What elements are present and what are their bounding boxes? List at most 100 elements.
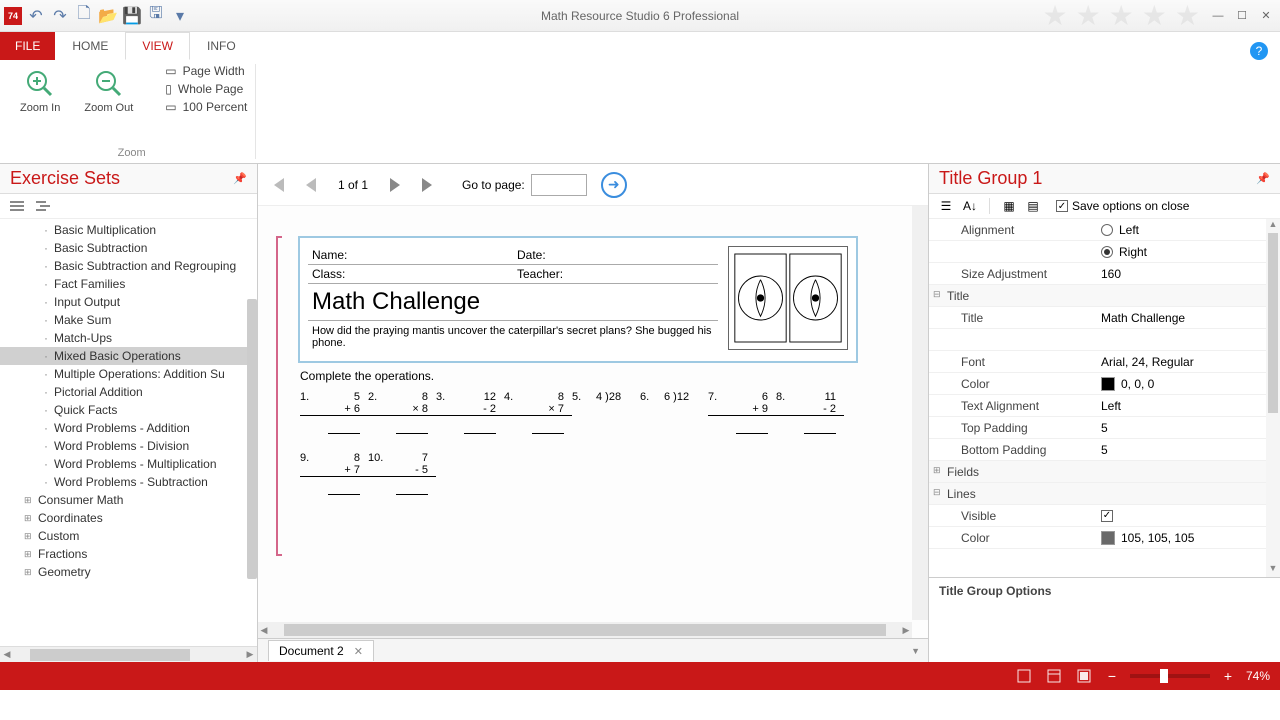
psh-thumb[interactable] — [284, 624, 886, 636]
tree-item[interactable]: Quick Facts — [0, 401, 257, 419]
prop-section-fields[interactable]: ⊞Fields — [929, 463, 1097, 481]
zoom-slider[interactable] — [1130, 674, 1210, 678]
tree-item[interactable]: Word Problems - Division — [0, 437, 257, 455]
preview-vscrollbar[interactable] — [912, 206, 928, 620]
goto-page-input[interactable] — [531, 174, 587, 196]
prop-section-title[interactable]: ⊟Title — [929, 287, 1097, 305]
tree-item[interactable]: Basic Subtraction — [0, 239, 257, 257]
pin-icon[interactable]: 📌 — [1256, 172, 1270, 185]
tree-item[interactable]: Basic Subtraction and Regrouping — [0, 257, 257, 275]
help-icon[interactable]: ? — [1250, 42, 1268, 60]
prop-visible-value[interactable]: ✓ — [1097, 508, 1280, 524]
whole-page-button[interactable]: ▯Whole Page — [165, 82, 247, 96]
open-icon[interactable]: 📂 — [100, 8, 116, 24]
tree-item[interactable]: Make Sum — [0, 311, 257, 329]
save-on-close-checkbox[interactable]: ✓ Save options on close — [1056, 199, 1189, 213]
save-as-icon[interactable]: 🖫 — [148, 8, 164, 24]
psh-right-icon[interactable]: ▶ — [900, 625, 912, 636]
zoom-slider-thumb[interactable] — [1160, 669, 1168, 683]
redo-icon[interactable]: ↷ — [52, 8, 68, 24]
props-scroll-thumb[interactable] — [1268, 233, 1278, 413]
tree-category[interactable]: Coordinates — [0, 509, 257, 527]
tree-item[interactable]: Word Problems - Subtraction — [0, 473, 257, 491]
props-vscrollbar[interactable]: ▲ ▼ — [1266, 219, 1280, 577]
pct100-button[interactable]: ▭100 Percent — [165, 100, 247, 114]
prop-font-value[interactable]: Arial, 24, Regular — [1097, 353, 1280, 371]
exercise-tree[interactable]: Basic MultiplicationBasic SubtractionBas… — [0, 219, 257, 646]
tree-category[interactable]: Fractions — [0, 545, 257, 563]
preview-panel: 1 of 1 Go to page: ➜ Name: Date: — [258, 164, 928, 662]
psh-left-icon[interactable]: ◀ — [258, 625, 270, 636]
ws-direction: Complete the operations. — [300, 369, 906, 383]
tree-item[interactable]: Basic Multiplication — [0, 221, 257, 239]
expand-all-icon[interactable] — [34, 198, 52, 214]
zoom-minus-button[interactable]: − — [1104, 668, 1120, 684]
prop-size-value[interactable]: 160 — [1097, 265, 1280, 283]
prop-icon[interactable]: ▦ — [1000, 198, 1018, 214]
tree-item[interactable]: Word Problems - Multiplication — [0, 455, 257, 473]
tree-item[interactable]: Multiple Operations: Addition Su — [0, 365, 257, 383]
prop-lcolor-value[interactable]: 105, 105, 105 — [1097, 529, 1280, 547]
zoom-in-button[interactable]: Zoom In — [16, 64, 64, 118]
prop-icon2[interactable]: ▤ — [1024, 198, 1042, 214]
problem: 7.6+ 9 — [708, 391, 776, 434]
tree-category[interactable]: Consumer Math — [0, 491, 257, 509]
goto-page-button[interactable]: ➜ — [601, 172, 627, 198]
prop-alignment-left[interactable]: Left — [1097, 221, 1280, 239]
worksheet[interactable]: Name: Date: Class: Teacher: Math Challen… — [298, 236, 858, 363]
tab-view[interactable]: VIEW — [125, 32, 190, 60]
preview-hscrollbar[interactable]: ◀ ▶ — [258, 622, 912, 638]
tree-vscroll-thumb[interactable] — [247, 299, 257, 579]
tree-item[interactable]: Word Problems - Addition — [0, 419, 257, 437]
save-icon[interactable]: 💾 — [124, 8, 140, 24]
pin-icon[interactable]: 📌 — [233, 172, 247, 185]
view-mode-3-icon[interactable] — [1074, 667, 1094, 685]
document-tab[interactable]: Document 2 ✕ — [268, 640, 374, 661]
problem: 6.6 )12 — [640, 391, 708, 434]
document-tabs-dropdown-icon[interactable]: ▼ — [911, 646, 920, 656]
tree-item[interactable]: Mixed Basic Operations — [0, 347, 257, 365]
hscroll-left-icon[interactable]: ◀ — [0, 649, 14, 660]
document-tab-close-icon[interactable]: ✕ — [354, 645, 363, 658]
last-page-button[interactable] — [414, 172, 440, 198]
tree-category[interactable]: Custom — [0, 527, 257, 545]
prop-alignment-right[interactable]: Right — [1097, 243, 1280, 261]
tree-category[interactable]: Geometry — [0, 563, 257, 581]
hscroll-right-icon[interactable]: ▶ — [243, 649, 257, 660]
close-button[interactable]: ✕ — [1256, 8, 1276, 24]
qat-dropdown-icon[interactable]: ▾ — [172, 8, 188, 24]
prop-textalign-value[interactable]: Left — [1097, 397, 1280, 415]
prop-title-value[interactable]: Math Challenge — [1097, 309, 1280, 327]
tab-file[interactable]: FILE — [0, 32, 55, 60]
minimize-button[interactable]: — — [1208, 8, 1228, 24]
tree-item[interactable]: Pictorial Addition — [0, 383, 257, 401]
undo-icon[interactable]: ↶ — [28, 8, 44, 24]
view-mode-2-icon[interactable] — [1044, 667, 1064, 685]
zoom-percentage[interactable]: 74% — [1246, 669, 1270, 683]
tree-item[interactable]: Fact Families — [0, 275, 257, 293]
maximize-button[interactable]: ☐ — [1232, 8, 1252, 24]
prev-page-button[interactable] — [298, 172, 324, 198]
prop-section-lines[interactable]: ⊟Lines — [929, 485, 1097, 503]
cat-view-icon[interactable]: ☰ — [937, 198, 955, 214]
tab-info[interactable]: INFO — [190, 32, 253, 60]
tree-item[interactable]: Match-Ups — [0, 329, 257, 347]
prop-botpad-value[interactable]: 5 — [1097, 441, 1280, 459]
next-page-button[interactable] — [382, 172, 408, 198]
page-width-button[interactable]: ▭Page Width — [165, 64, 247, 78]
props-scroll-up-icon[interactable]: ▲ — [1266, 219, 1280, 233]
collapse-all-icon[interactable] — [8, 198, 26, 214]
zoom-out-button[interactable]: Zoom Out — [80, 64, 137, 118]
new-icon[interactable]: 🗋 — [76, 8, 92, 24]
view-mode-1-icon[interactable] — [1014, 667, 1034, 685]
prop-color-value[interactable]: 0, 0, 0 — [1097, 375, 1280, 393]
prop-toppad-value[interactable]: 5 — [1097, 419, 1280, 437]
alpha-view-icon[interactable]: A↓ — [961, 198, 979, 214]
props-scroll-down-icon[interactable]: ▼ — [1266, 563, 1280, 577]
first-page-button[interactable] — [266, 172, 292, 198]
tree-item[interactable]: Input Output — [0, 293, 257, 311]
tab-home[interactable]: HOME — [55, 32, 125, 60]
hscroll-thumb[interactable] — [30, 649, 190, 661]
zoom-plus-button[interactable]: + — [1220, 668, 1236, 684]
tree-hscrollbar[interactable]: ◀ ▶ — [0, 646, 257, 662]
